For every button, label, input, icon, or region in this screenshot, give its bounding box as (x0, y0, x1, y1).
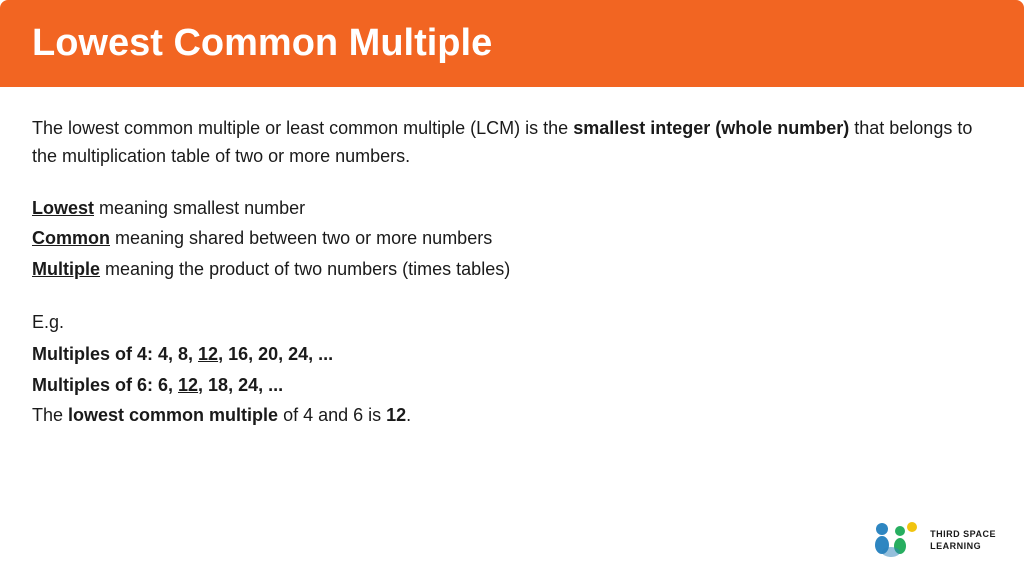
meaning-lowest: meaning smallest number (94, 198, 305, 218)
intro-paragraph: The lowest common multiple or least comm… (32, 115, 992, 171)
content-area: The lowest common multiple or least comm… (0, 87, 1024, 581)
term-common: Common (32, 228, 110, 248)
multiples-6-line: Multiples of 6: 6, 12, 18, 24, ... (32, 370, 992, 401)
logo-line1: THIRD SPACE (930, 529, 996, 541)
meaning-common: meaning shared between two or more numbe… (110, 228, 492, 248)
meaning-multiple: meaning the product of two numbers (time… (100, 259, 510, 279)
multiples-4-highlight: 12 (198, 344, 218, 364)
header: Lowest Common Multiple (0, 0, 1024, 87)
logo-text: THIRD SPACE LEARNING (930, 529, 996, 552)
intro-part1: The lowest common multiple or least comm… (32, 118, 573, 138)
card: Lowest Common Multiple The lowest common… (0, 0, 1024, 581)
term-multiple: Multiple (32, 259, 100, 279)
eg-label: E.g. (32, 307, 992, 338)
conclusion-line: The lowest common multiple of 4 and 6 is… (32, 400, 992, 431)
term-lowest: Lowest (32, 198, 94, 218)
definition-lowest: Lowest meaning smallest number (32, 193, 992, 224)
examples-section: E.g. Multiples of 4: 4, 8, 12, 16, 20, 2… (32, 307, 992, 431)
logo-area: THIRD SPACE LEARNING (870, 519, 996, 563)
conclusion-part2: of 4 and 6 is (278, 405, 386, 425)
intro-bold: smallest integer (whole number) (573, 118, 849, 138)
multiples-4-rest: , 16, 20, 24, ... (218, 344, 333, 364)
conclusion-number: 12 (386, 405, 406, 425)
definitions-section: Lowest meaning smallest number Common me… (32, 193, 992, 285)
conclusion-part1: The (32, 405, 68, 425)
definition-multiple: Multiple meaning the product of two numb… (32, 254, 992, 285)
multiples-4-label: Multiples of 4: (32, 344, 158, 364)
tsl-logo-icon (870, 519, 922, 563)
multiples-6-rest: , 18, 24, ... (198, 375, 283, 395)
multiples-6-values: 6, (158, 375, 178, 395)
conclusion-end: . (406, 405, 411, 425)
definition-common: Common meaning shared between two or mor… (32, 223, 992, 254)
multiples-4-values: 4, 8, (158, 344, 198, 364)
page-title: Lowest Common Multiple (32, 22, 992, 65)
conclusion-bold: lowest common multiple (68, 405, 278, 425)
logo-line2: LEARNING (930, 541, 996, 553)
multiples-6-highlight: 12 (178, 375, 198, 395)
multiples-4-line: Multiples of 4: 4, 8, 12, 16, 20, 24, ..… (32, 339, 992, 370)
multiples-6-label: Multiples of 6: (32, 375, 158, 395)
